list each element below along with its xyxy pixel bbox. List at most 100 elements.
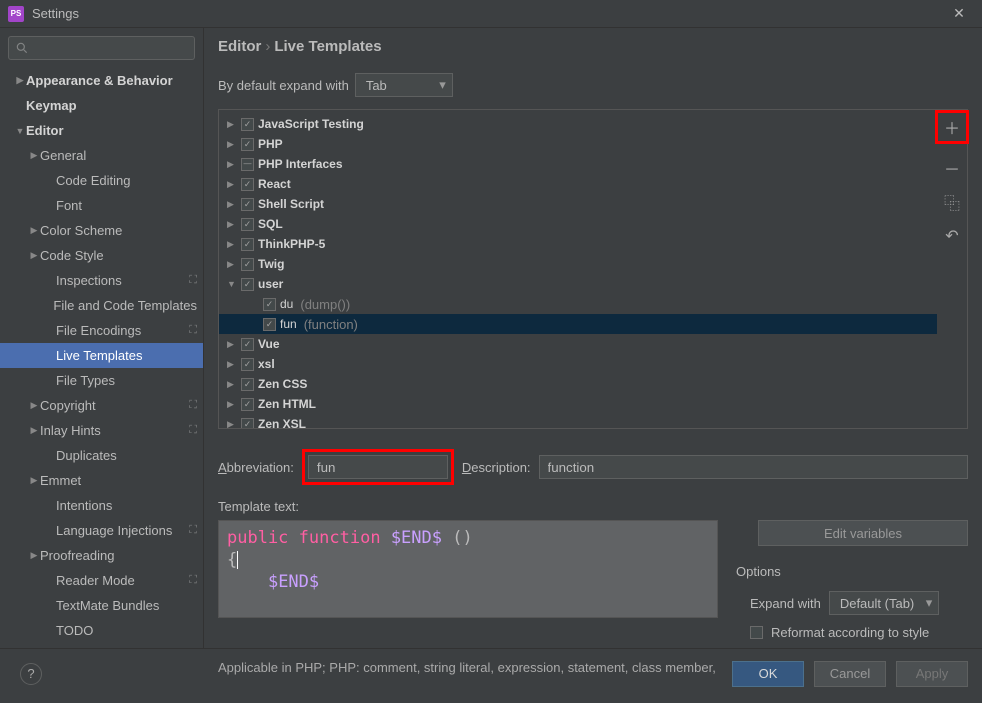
sidebar-item-copyright[interactable]: ▶Copyright⛶ (0, 393, 203, 418)
group-checkbox[interactable] (241, 278, 254, 291)
tree-label: Code Editing (56, 173, 130, 188)
expand-with-select[interactable]: Tab (355, 73, 453, 97)
sidebar-item-file-types[interactable]: File Types (0, 368, 203, 393)
remove-template-button[interactable]: － (942, 158, 962, 178)
template-item-fun[interactable]: fun(function) (219, 314, 937, 334)
chevron-icon: ▶ (28, 150, 40, 161)
revert-button[interactable]: ↶ (942, 226, 962, 246)
expand-with-option-select[interactable]: Default (Tab) (829, 591, 939, 615)
template-group-php[interactable]: ▶PHP (219, 134, 937, 154)
tree-label: Color Scheme (40, 223, 122, 238)
group-checkbox[interactable] (241, 138, 254, 151)
sidebar-item-language-injections[interactable]: Language Injections⛶ (0, 518, 203, 543)
sidebar-item-live-templates[interactable]: Live Templates (0, 343, 203, 368)
group-checkbox[interactable] (241, 398, 254, 411)
template-group-react[interactable]: ▶React (219, 174, 937, 194)
group-label: PHP Interfaces (258, 157, 343, 171)
group-checkbox[interactable] (241, 378, 254, 391)
chevron-icon: ▶ (227, 159, 237, 170)
sidebar-item-textmate-bundles[interactable]: TextMate Bundles (0, 593, 203, 618)
sidebar-item-appearance-behavior[interactable]: ▶Appearance & Behavior (0, 68, 203, 93)
scheme-icon: ⛶ (189, 274, 197, 287)
copy-template-button[interactable]: ⿻ (942, 192, 962, 212)
sidebar-item-code-editing[interactable]: Code Editing (0, 168, 203, 193)
group-checkbox[interactable] (241, 158, 254, 171)
chevron-icon: ▶ (227, 119, 237, 130)
group-checkbox[interactable] (241, 238, 254, 251)
group-checkbox[interactable] (241, 198, 254, 211)
template-hint: (dump()) (300, 297, 350, 312)
tree-label: Duplicates (56, 448, 117, 463)
sidebar-item-file-encodings[interactable]: File Encodings⛶ (0, 318, 203, 343)
group-checkbox[interactable] (241, 178, 254, 191)
sidebar-item-inspections[interactable]: Inspections⛶ (0, 268, 203, 293)
tree-label: General (40, 148, 86, 163)
reformat-checkbox[interactable] (750, 626, 763, 639)
template-group-vue[interactable]: ▶Vue (219, 334, 937, 354)
search-input[interactable] (8, 36, 195, 60)
template-item-du[interactable]: du(dump()) (219, 294, 937, 314)
add-template-button[interactable]: ＋ (942, 117, 962, 137)
template-checkbox[interactable] (263, 298, 276, 311)
template-group-php-interfaces[interactable]: ▶ PHP Interfaces (219, 154, 937, 174)
chevron-icon: ▶ (227, 259, 237, 270)
description-input[interactable] (539, 455, 968, 479)
abbreviation-input[interactable] (308, 455, 448, 479)
tree-label: Copyright (40, 398, 96, 413)
template-tree[interactable]: ▶JavaScript Testing▶PHP ▶ PHP Interfaces ▶R… (219, 110, 937, 428)
group-checkbox[interactable] (241, 258, 254, 271)
chevron-icon: ▶ (227, 419, 237, 429)
sidebar-item-reader-mode[interactable]: Reader Mode⛶ (0, 568, 203, 593)
sidebar-item-code-style[interactable]: ▶Code Style (0, 243, 203, 268)
sidebar-item-color-scheme[interactable]: ▶Color Scheme (0, 218, 203, 243)
expand-label: By default expand with (218, 78, 349, 93)
sidebar-item-editor[interactable]: ▼Editor (0, 118, 203, 143)
chevron-icon: ▶ (28, 400, 40, 411)
chevron-icon: ▶ (227, 339, 237, 350)
breadcrumb: Editor›Live Templates (218, 38, 968, 55)
sidebar-item-emmet[interactable]: ▶Emmet (0, 468, 203, 493)
group-checkbox[interactable] (241, 118, 254, 131)
sidebar-item-general[interactable]: ▶General (0, 143, 203, 168)
sidebar-item-keymap[interactable]: Keymap (0, 93, 203, 118)
sidebar-item-duplicates[interactable]: Duplicates (0, 443, 203, 468)
chevron-icon: ▶ (227, 359, 237, 370)
template-group-zen-xsl[interactable]: ▶Zen XSL (219, 414, 937, 428)
edit-variables-button[interactable]: Edit variables (758, 520, 968, 546)
template-group-shell-script[interactable]: ▶Shell Script (219, 194, 937, 214)
description-label: Description: (462, 460, 531, 475)
tree-label: Font (56, 198, 82, 213)
sidebar-item-proofreading[interactable]: ▶Proofreading (0, 543, 203, 568)
template-group-javascript-testing[interactable]: ▶JavaScript Testing (219, 114, 937, 134)
close-button[interactable]: ✕ (944, 4, 974, 24)
sidebar-item-inlay-hints[interactable]: ▶Inlay Hints⛶ (0, 418, 203, 443)
group-checkbox[interactable] (241, 218, 254, 231)
chevron-icon: ▶ (28, 250, 40, 261)
settings-tree[interactable]: ▶Appearance & BehaviorKeymap▼Editor▶Gene… (0, 68, 203, 648)
tree-label: Code Style (40, 248, 104, 263)
group-checkbox[interactable] (241, 418, 254, 429)
group-checkbox[interactable] (241, 338, 254, 351)
template-group-zen-html[interactable]: ▶Zen HTML (219, 394, 937, 414)
template-checkbox[interactable] (263, 318, 276, 331)
sidebar-item-font[interactable]: Font (0, 193, 203, 218)
template-group-twig[interactable]: ▶ Twig (219, 254, 937, 274)
group-label: xsl (258, 357, 275, 371)
template-group-zen-css[interactable]: ▶Zen CSS (219, 374, 937, 394)
tree-label: File Encodings (56, 323, 141, 338)
template-group-sql[interactable]: ▶SQL (219, 214, 937, 234)
sidebar-item-file-and-code-templates[interactable]: File and Code Templates (0, 293, 203, 318)
template-group-xsl[interactable]: ▶ xsl (219, 354, 937, 374)
scheme-icon: ⛶ (189, 574, 197, 587)
group-label: Zen CSS (258, 377, 307, 391)
tree-label: TODO (56, 623, 93, 638)
template-group-user[interactable]: ▼user (219, 274, 937, 294)
template-group-thinkphp-5[interactable]: ▶ThinkPHP-5 (219, 234, 937, 254)
sidebar-item-intentions[interactable]: Intentions (0, 493, 203, 518)
help-button[interactable]: ? (20, 663, 42, 685)
options-label: Options (736, 564, 968, 579)
group-label: Twig (258, 257, 284, 271)
group-checkbox[interactable] (241, 358, 254, 371)
sidebar-item-todo[interactable]: TODO (0, 618, 203, 643)
template-text-editor[interactable]: public function $END$ () { $END$ (218, 520, 718, 618)
